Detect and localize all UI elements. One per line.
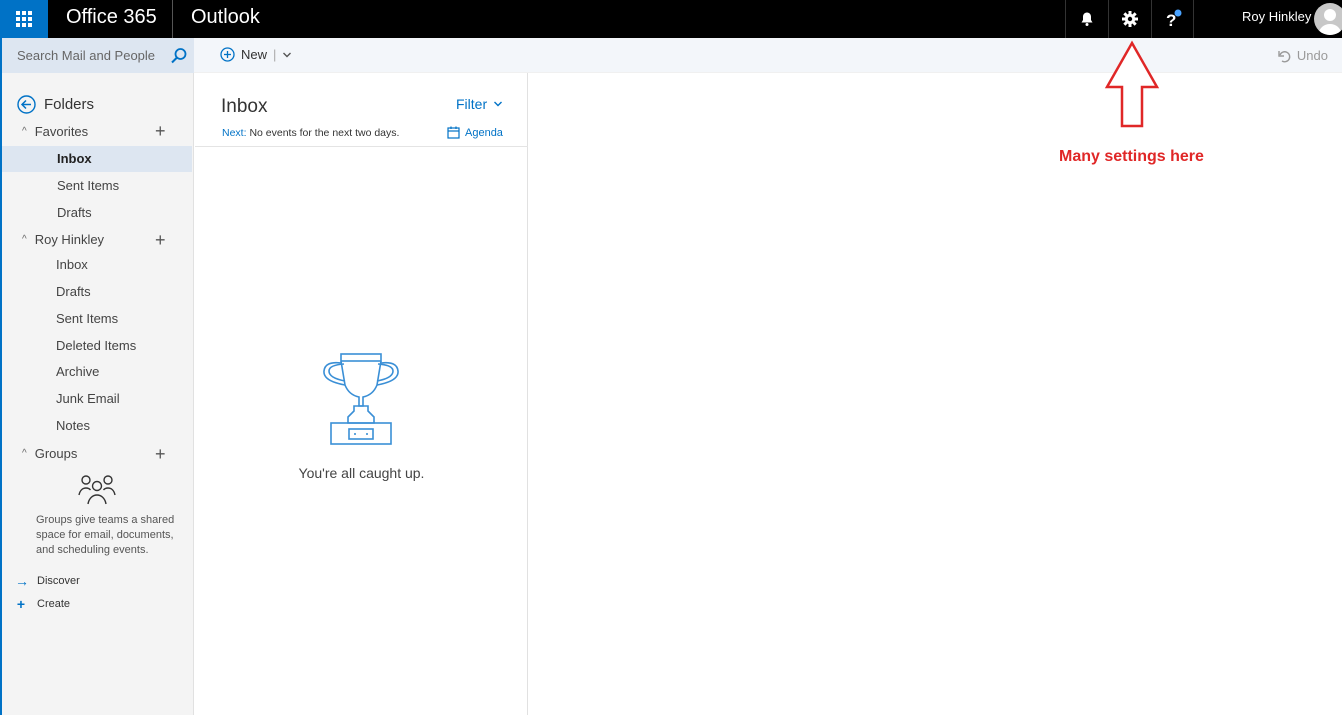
trophy-icon — [323, 353, 399, 445]
notifications-button[interactable] — [1065, 0, 1108, 38]
folder-inbox[interactable]: Inbox — [2, 252, 192, 278]
add-folder-button[interactable]: + — [155, 231, 166, 249]
account-header[interactable]: ^ Roy Hinkley — [22, 232, 104, 247]
calendar-icon — [447, 126, 460, 139]
gear-icon — [1122, 11, 1138, 27]
annotation-arrow-icon — [1104, 40, 1160, 128]
folder-pane: Folders ^ Favorites + Inbox Sent Items D… — [2, 73, 194, 715]
settings-button[interactable] — [1108, 0, 1151, 38]
empty-state-text: You're all caught up. — [298, 465, 425, 481]
search-box[interactable]: Search Mail and People — [2, 38, 194, 73]
plus-icon: + — [16, 596, 26, 612]
caret-up-icon: ^ — [22, 126, 27, 137]
folder-drafts[interactable]: Drafts — [2, 279, 192, 305]
folder-notes[interactable]: Notes — [2, 413, 192, 439]
folders-header[interactable]: Folders — [17, 95, 94, 114]
next-events-line: Next: No events for the next two days. — [222, 127, 399, 139]
caret-up-icon: ^ — [22, 448, 27, 459]
agenda-button[interactable]: Agenda — [447, 126, 503, 139]
new-label: New — [241, 47, 268, 62]
app-name[interactable]: Outlook — [191, 6, 260, 29]
user-name[interactable]: Roy Hinkley — [1242, 9, 1311, 24]
brand-divider — [172, 0, 173, 38]
folder-favorites-inbox[interactable]: Inbox — [2, 146, 192, 172]
folder-deleted-items[interactable]: Deleted Items — [2, 333, 192, 359]
app-launcher-button[interactable] — [0, 0, 48, 38]
folder-favorites-drafts[interactable]: Drafts — [2, 200, 192, 226]
groups-description: Groups give teams a shared space for ema… — [36, 514, 175, 556]
list-divider — [195, 146, 528, 147]
caret-up-icon: ^ — [22, 234, 27, 245]
undo-button[interactable]: Undo — [1277, 48, 1328, 63]
filter-label: Filter — [456, 96, 488, 112]
avatar[interactable] — [1314, 3, 1342, 35]
back-arrow-icon[interactable] — [17, 95, 36, 114]
waffle-icon — [16, 11, 32, 27]
folders-label: Folders — [44, 96, 95, 113]
discover-label: Discover — [37, 575, 80, 587]
chevron-down-icon — [494, 101, 503, 107]
plus-circle-icon — [220, 47, 235, 62]
create-label: Create — [37, 598, 71, 610]
folder-favorites-sent-items[interactable]: Sent Items — [2, 173, 192, 199]
chevron-down-icon[interactable] — [282, 50, 292, 60]
favorites-label: Favorites — [34, 124, 89, 139]
help-icon: ? — [1166, 9, 1181, 30]
add-group-button[interactable]: + — [155, 445, 166, 463]
discover-groups-link[interactable]: → Discover — [15, 573, 80, 589]
folder-junk-email[interactable]: Junk Email — [2, 386, 192, 412]
folder-archive[interactable]: Archive — [2, 359, 192, 385]
search-input[interactable]: Search Mail and People — [17, 48, 155, 63]
new-separator: | — [273, 47, 277, 62]
arrow-right-icon: → — [15, 573, 29, 589]
account-label: Roy Hinkley — [34, 232, 105, 247]
groups-label: Groups — [34, 446, 78, 461]
next-label: Next: — [222, 127, 247, 139]
favorites-header[interactable]: ^ Favorites — [22, 124, 88, 139]
groups-people-icon — [78, 475, 116, 505]
agenda-label: Agenda — [465, 126, 503, 139]
folder-sent-items[interactable]: Sent Items — [2, 306, 192, 332]
annotation-text: Many settings here — [1059, 148, 1204, 165]
create-group-link[interactable]: + Create — [15, 596, 70, 612]
new-message-button[interactable]: New | — [220, 47, 292, 62]
person-icon — [1318, 9, 1342, 35]
add-favorite-button[interactable]: + — [155, 122, 166, 140]
help-button[interactable]: ? — [1151, 0, 1194, 38]
search-icon[interactable] — [170, 47, 188, 65]
top-bar: Office 365 Outlook ? Roy Hinkley — [0, 0, 1342, 38]
bell-icon — [1081, 12, 1093, 26]
undo-label: Undo — [1296, 48, 1328, 63]
groups-header[interactable]: ^ Groups — [22, 446, 77, 461]
brand-name[interactable]: Office 365 — [66, 6, 157, 29]
undo-icon — [1278, 50, 1291, 62]
message-list: Inbox Filter Next: No events for the nex… — [195, 73, 528, 715]
page-title: Inbox — [221, 96, 268, 117]
command-bar: New | Undo — [194, 38, 1342, 73]
filter-button[interactable]: Filter — [456, 96, 503, 112]
next-events-text: No events for the next two days. — [249, 127, 400, 139]
